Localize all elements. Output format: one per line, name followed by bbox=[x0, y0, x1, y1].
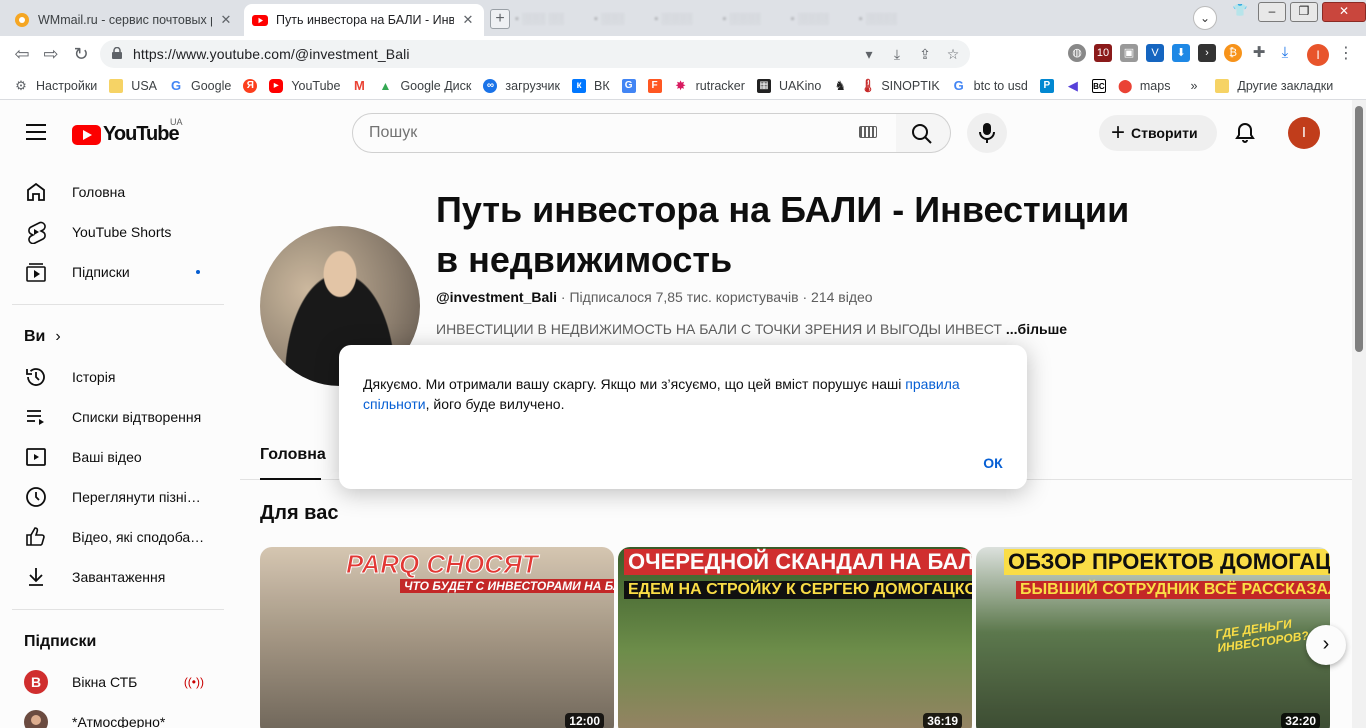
f-icon: F bbox=[647, 78, 662, 93]
share-icon[interactable]: ⇪ bbox=[916, 45, 934, 63]
youtube-favicon-icon bbox=[252, 15, 268, 26]
kraken-icon: ◀ bbox=[1067, 77, 1078, 93]
close-window-button[interactable]: ✕ bbox=[1322, 2, 1366, 22]
bookmark-uakino[interactable]: ▦ UAKino bbox=[751, 74, 827, 98]
browser-tab-strip: WMmail.ru - сервис почтовых рас ✕ Путь и… bbox=[0, 0, 1366, 36]
google-icon: G bbox=[170, 77, 182, 93]
background-tabs: ▪ ░░░ ░░ ▪ ░░░ ▪ ░░░░ ▪ ░░░░ ▪ ░░░░ ▪ ░░░░ bbox=[515, 13, 897, 25]
gmail-icon: M bbox=[354, 77, 365, 93]
downloads-icon[interactable]: ⤓ bbox=[1276, 44, 1294, 62]
url-text: https://www.youtube.com/@investment_Bali bbox=[133, 46, 410, 62]
bookmark-chess[interactable]: ♞ bbox=[827, 74, 853, 98]
window-controls: 👕 – ❐ ✕ bbox=[1222, 0, 1366, 24]
ok-button[interactable]: ОК bbox=[975, 449, 1011, 477]
badge-extension-icon[interactable]: 10 bbox=[1094, 44, 1112, 62]
report-confirmation-dialog: Дякуємо. Ми отримали вашу скаргу. Якщо м… bbox=[339, 345, 1027, 489]
lock-icon bbox=[112, 47, 122, 59]
yandex-icon: Я bbox=[243, 78, 258, 93]
bc-icon: BC bbox=[1091, 78, 1106, 93]
bookmark-p[interactable]: P bbox=[1034, 74, 1060, 98]
bookmark-sinoptik[interactable]: 🌡 SINOPTIK bbox=[853, 74, 945, 98]
download-extension-icon[interactable]: ⬇ bbox=[1172, 44, 1190, 62]
youtube-icon: ▸ bbox=[269, 78, 284, 93]
profile-avatar[interactable]: I bbox=[1307, 44, 1329, 66]
bookmark-btc-to-usd[interactable]: Gbtc to usd bbox=[946, 74, 1034, 98]
thermometer-icon: 🌡 bbox=[859, 77, 876, 93]
folder-icon bbox=[109, 78, 124, 93]
bookmark-usa[interactable]: USA bbox=[103, 74, 163, 98]
shirt-icon[interactable]: 👕 bbox=[1226, 2, 1254, 22]
extensions-bar: ◍ 10 ▣ V ⬇ › ₿ ✚ ⤓ bbox=[1068, 44, 1294, 62]
scrollbar-thumb[interactable] bbox=[1355, 106, 1363, 352]
bookmark-zagruzchik[interactable]: ∞ загрузчик bbox=[477, 74, 566, 98]
new-tab-button[interactable]: + bbox=[490, 9, 510, 29]
minimize-button[interactable]: – bbox=[1258, 2, 1286, 22]
bookmark-bc[interactable]: BC bbox=[1086, 74, 1112, 98]
infinity-icon: ∞ bbox=[483, 78, 498, 93]
globe-extension-icon[interactable]: ◍ bbox=[1068, 44, 1086, 62]
bitcoin-extension-icon[interactable]: ₿ bbox=[1224, 44, 1242, 62]
install-icon[interactable]: ⤓ bbox=[888, 45, 906, 63]
bookmark-vk[interactable]: к ВК bbox=[566, 74, 616, 98]
p-icon: P bbox=[1039, 78, 1054, 93]
close-tab-icon[interactable]: ✕ bbox=[460, 12, 476, 28]
browser-menu-icon[interactable]: ⋮ bbox=[1338, 44, 1354, 64]
bookmark-kraken[interactable]: ◀ bbox=[1060, 74, 1086, 98]
briefcase-extension-icon[interactable]: ▣ bbox=[1120, 44, 1138, 62]
terminal-extension-icon[interactable]: › bbox=[1198, 44, 1216, 62]
puzzle-extensions-icon[interactable]: ✚ bbox=[1250, 44, 1268, 62]
browser-toolbar: ⇦ ⇨ ↻ https://www.youtube.com/@investmen… bbox=[0, 36, 1366, 72]
bookmark-yandex[interactable]: Я bbox=[237, 74, 263, 98]
folder-icon bbox=[1215, 78, 1230, 93]
bookmark-f[interactable]: F bbox=[642, 74, 668, 98]
bookmark-gmail[interactable]: M bbox=[346, 74, 372, 98]
browser-tab-wmmail[interactable]: WMmail.ru - сервис почтовых рас ✕ bbox=[6, 4, 242, 36]
rutracker-icon: ✸ bbox=[675, 77, 687, 93]
v-extension-icon[interactable]: V bbox=[1146, 44, 1164, 62]
browser-tab-youtube[interactable]: Путь инвестора на БАЛИ - Инвес ✕ bbox=[244, 4, 484, 36]
bookmark-translate[interactable]: G bbox=[616, 74, 642, 98]
bookmark-youtube[interactable]: ▸ YouTube bbox=[263, 74, 346, 98]
bookmark-star-icon[interactable]: ☆ bbox=[944, 45, 962, 63]
bookmarks-overflow-button[interactable]: » bbox=[1184, 74, 1203, 98]
vk-icon: к bbox=[571, 78, 586, 93]
chess-icon: ♞ bbox=[834, 77, 847, 93]
dropdown-arrow-icon[interactable]: ▾ bbox=[860, 45, 878, 63]
close-tab-icon[interactable]: ✕ bbox=[218, 12, 234, 28]
maximize-button[interactable]: ❐ bbox=[1290, 2, 1318, 22]
other-bookmarks[interactable]: Другие закладки bbox=[1209, 74, 1339, 98]
film-icon: ▦ bbox=[756, 78, 771, 93]
translate-icon: G bbox=[621, 78, 636, 93]
tab-title: Путь инвестора на БАЛИ - Инвес bbox=[276, 13, 454, 27]
bookmark-maps[interactable]: ⬤ maps bbox=[1112, 74, 1177, 98]
gear-icon: ⚙ bbox=[15, 77, 27, 93]
google-icon: G bbox=[953, 77, 964, 93]
forward-arrow-icon[interactable]: ⇨ bbox=[40, 43, 62, 65]
bookmark-google-drive[interactable]: ▲ Google Диск bbox=[372, 74, 477, 98]
bookmark-nastroyki[interactable]: ⚙ Настройки bbox=[8, 74, 103, 98]
dialog-message: Дякуємо. Ми отримали вашу скаргу. Якщо м… bbox=[363, 376, 960, 412]
tab-search-chevron-icon[interactable]: ⌄ bbox=[1193, 6, 1217, 30]
wmmail-favicon-icon bbox=[15, 13, 29, 27]
bookmark-rutracker[interactable]: ✸ rutracker bbox=[668, 74, 751, 98]
bookmark-google[interactable]: G Google bbox=[163, 74, 237, 98]
tab-title: WMmail.ru - сервис почтовых рас bbox=[38, 13, 212, 27]
maps-icon: ⬤ bbox=[1117, 77, 1133, 93]
address-bar[interactable]: https://www.youtube.com/@investment_Bali… bbox=[100, 40, 970, 68]
page-scrollbar[interactable] bbox=[1352, 100, 1366, 728]
bookmarks-bar: ⚙ Настройки USA G Google Я ▸ YouTube M ▲ Goo… bbox=[0, 72, 1366, 100]
back-arrow-icon[interactable]: ⇦ bbox=[11, 43, 33, 65]
reload-icon[interactable]: ↻ bbox=[70, 43, 92, 65]
drive-icon: ▲ bbox=[379, 78, 392, 93]
